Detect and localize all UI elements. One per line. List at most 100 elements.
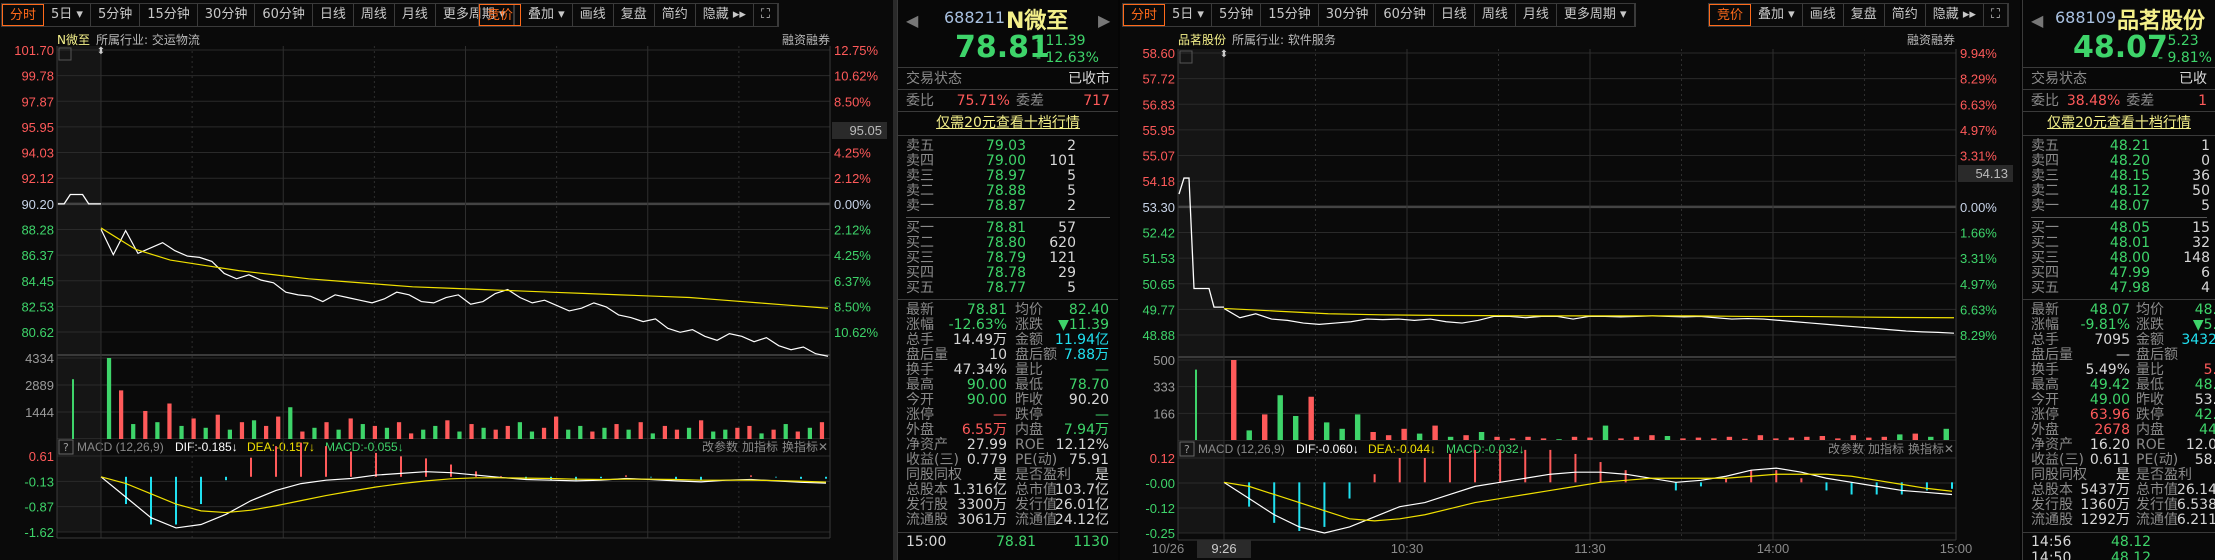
stat-value: 0.611 bbox=[2089, 452, 2130, 468]
cursor-price-value: 54.13 bbox=[1975, 166, 2008, 181]
level-volume: 620 bbox=[1049, 235, 1076, 251]
stat-value: 12.0 bbox=[2185, 437, 2215, 453]
level-label: 买四 bbox=[2031, 265, 2059, 281]
stat-label: 流通值 bbox=[1015, 512, 1057, 528]
stat-row: 涨停 63.96 跌停 42. bbox=[2023, 408, 2215, 423]
level-volume: 6 bbox=[2201, 265, 2210, 281]
chart-canvas[interactable]: 101.70 12.75% 99.78 10.62% 97.87 8.50% 95.95 94… bbox=[0, 0, 893, 560]
chart-canvas[interactable]: 58.60 9.94% 57.72 8.29% 56.83 6.63% 55.95 4.97%… bbox=[1120, 0, 2020, 560]
macd-action-0[interactable]: 改参数 bbox=[1828, 441, 1864, 456]
level10-quote-link[interactable]: 仅需20元查看十档行情 bbox=[2023, 112, 2215, 136]
tick-row: 14:50 48.12 bbox=[2023, 551, 2215, 560]
close-icon[interactable]: ✕ bbox=[1944, 442, 1954, 456]
tick-row: 14:56 48.12 bbox=[2023, 535, 2215, 551]
price-axis-label: 92.12 bbox=[21, 171, 54, 186]
stat-value: 3432 bbox=[2181, 332, 2215, 348]
macd-action-2[interactable]: 换指标 bbox=[1908, 441, 1944, 456]
intraday-chart-688109[interactable]: 分时 5日 ▾ 5分钟 15分钟 30分钟 60分钟 日线 周线 月线 更多周期 ▾ 竞价 叠加 ▾… bbox=[1120, 0, 2020, 560]
drag-handle-icon: ⬍ bbox=[1220, 49, 1228, 60]
level10-quote-link[interactable]: 仅需20元查看十档行情 bbox=[898, 112, 1118, 136]
pct-axis-label: 1.66% bbox=[1960, 225, 1997, 240]
divider bbox=[1178, 440, 1956, 441]
price-axis-label: 50.65 bbox=[1142, 277, 1175, 292]
tick-time: 14:56 bbox=[2031, 534, 2072, 550]
ask-row: 卖三 48.15 36 bbox=[2023, 169, 2215, 184]
stat-value: 是 bbox=[1095, 467, 1109, 483]
macd-dif-value: DIF:-0.185↓ bbox=[175, 440, 238, 454]
ask-row: 卖五 48.21 1 bbox=[2023, 139, 2215, 154]
close-icon[interactable]: ✕ bbox=[818, 440, 828, 454]
stat-label: 总市值 bbox=[1015, 482, 1057, 498]
stat-value: 90.00 bbox=[966, 377, 1007, 393]
stat-row: 收益(三) 0.779 PE(动) 75.91 bbox=[898, 453, 1118, 468]
volume-axis-label: 500 bbox=[1153, 353, 1175, 368]
bid-row: 买四 47.99 6 bbox=[2023, 266, 2215, 281]
macd-action-0[interactable]: 改参数 bbox=[702, 439, 738, 454]
price-axis-label: 58.60 bbox=[1142, 46, 1175, 61]
stat-label: 发行值 bbox=[1015, 497, 1057, 513]
stat-value: -9.81% bbox=[2080, 317, 2130, 333]
tick-row: 15:00 78.81 1130 bbox=[898, 535, 1118, 551]
stat-label: 换手 bbox=[2031, 362, 2059, 378]
stat-label: 盘后量 bbox=[906, 347, 948, 363]
stat-row: 今开 90.00 昨收 90.20 bbox=[898, 393, 1118, 408]
stat-value: 是 bbox=[2116, 467, 2130, 483]
price-axis-label: 90.20 bbox=[21, 197, 54, 212]
stat-label: 收益(三) bbox=[906, 452, 959, 468]
pct-axis-label: 8.50% bbox=[834, 299, 871, 314]
stat-row: 总股本 1.316亿 总市值 103.7亿 bbox=[898, 483, 1118, 498]
quote-panel-688211: ◀ ▶ 688211 N微至 78.81- 11.39- 12.63% 交易状态 已收市 委比… bbox=[897, 0, 1118, 560]
stat-value: 26.14 bbox=[2176, 482, 2215, 498]
stat-label: 是否盈利 bbox=[2136, 467, 2192, 483]
bid-row: 买三 78.79 121 bbox=[898, 251, 1118, 266]
stat-row: 总手 7095 金额 3432 bbox=[2023, 333, 2215, 348]
level-label: 卖三 bbox=[2031, 168, 2059, 184]
stat-label: 最高 bbox=[906, 377, 934, 393]
average-price-line bbox=[100, 227, 829, 309]
level-price: 47.99 bbox=[2109, 265, 2150, 281]
prev-stock-arrow-icon[interactable]: ◀ bbox=[2031, 11, 2043, 30]
stat-value: 1292万 bbox=[2080, 512, 2130, 528]
stat-row: 净资产 27.99 ROE 12.12% bbox=[898, 438, 1118, 453]
time-axis-label: 11:30 bbox=[1574, 541, 1606, 556]
order-ratio-label: 委比 bbox=[2031, 93, 2059, 109]
order-ratio-row: 委比 38.48% 委差 1 bbox=[2023, 90, 2215, 112]
stat-label: 最新 bbox=[906, 302, 934, 318]
order-diff-label: 委差 bbox=[2126, 93, 2155, 109]
stat-row: 外盘 2678 内盘 44 bbox=[2023, 423, 2215, 438]
level-label: 买二 bbox=[906, 235, 934, 251]
stat-value: 0.779 bbox=[966, 452, 1007, 468]
prev-stock-arrow-icon[interactable]: ◀ bbox=[906, 11, 918, 30]
level-label: 卖四 bbox=[2031, 153, 2059, 169]
stat-row: 最新 48.07 均价 48. bbox=[2023, 303, 2215, 318]
level-volume: 15 bbox=[2192, 220, 2210, 236]
order-book-divider bbox=[906, 217, 1110, 218]
stat-value: 26.01亿 bbox=[1054, 497, 1109, 513]
macd-action-1[interactable]: 加指标 bbox=[1868, 441, 1904, 456]
macd-dea-value: DEA:-0.157↓ bbox=[247, 440, 315, 454]
stat-label: 发行值 bbox=[2136, 497, 2178, 513]
stat-value: 78.70 bbox=[1068, 377, 1109, 393]
macd-hist-value: MACD:-0.055↓ bbox=[325, 440, 404, 454]
next-stock-arrow-icon[interactable]: ▶ bbox=[1098, 11, 1110, 30]
order-ratio-value: 75.71% bbox=[956, 93, 1010, 109]
stat-label: 收益(三) bbox=[2031, 452, 2084, 468]
stat-label: 总手 bbox=[2031, 332, 2059, 348]
macd-action-1[interactable]: 加指标 bbox=[742, 439, 778, 454]
tick-price: 48.12 bbox=[2111, 550, 2152, 560]
price-change-pct: - 12.63% bbox=[1036, 50, 1099, 66]
price-axis-label: 99.78 bbox=[21, 69, 54, 84]
stat-value: 3300万 bbox=[957, 497, 1007, 513]
macd-axis-label: -0.13 bbox=[24, 474, 54, 489]
order-ratio-row: 委比 75.71% 委差 717 bbox=[898, 90, 1118, 112]
pct-axis-label: 4.25% bbox=[834, 248, 871, 263]
time-axis-label: 10/26 bbox=[1152, 541, 1185, 556]
stat-label: 涨跌 bbox=[1015, 317, 1043, 333]
stat-label: 总股本 bbox=[2031, 482, 2073, 498]
stat-value: 7.88万 bbox=[1063, 347, 1109, 363]
stat-value: 42. bbox=[2194, 407, 2215, 423]
price-axis-label: 80.62 bbox=[21, 325, 54, 340]
tick-volume: 1130 bbox=[1073, 534, 1109, 550]
macd-action-2[interactable]: 换指标 bbox=[782, 439, 818, 454]
intraday-chart-688211[interactable]: 分时 5日 ▾ 5分钟 15分钟 30分钟 60分钟 日线 周线 月线 更多周期 ▾ 竞价 叠加 ▾… bbox=[0, 0, 893, 560]
